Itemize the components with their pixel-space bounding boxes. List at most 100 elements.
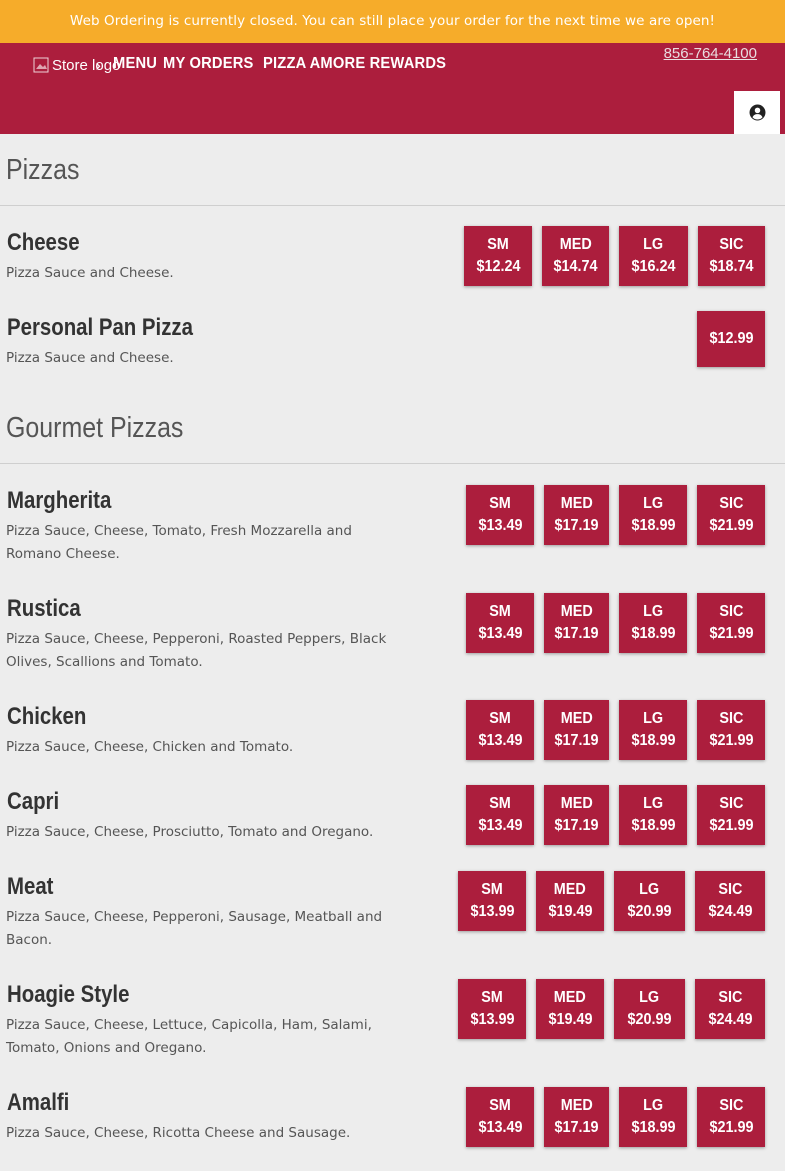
section-divider	[0, 205, 785, 206]
section-title-pizzas: Pizzas	[6, 154, 80, 186]
price-size: SM	[487, 236, 509, 253]
price-button-sic[interactable]: SIC $21.99	[697, 485, 765, 545]
price-button-lg[interactable]: LG $18.99	[619, 485, 687, 545]
price-size: SM	[489, 603, 511, 620]
store-logo[interactable]: Store logo	[33, 57, 120, 75]
price-button-lg[interactable]: LG $20.99	[614, 979, 685, 1039]
price-button-med[interactable]: MED $19.49	[536, 979, 604, 1039]
price-button-sm[interactable]: SM $13.49	[466, 593, 534, 653]
price-size: MED	[560, 603, 593, 620]
price-amount: $13.49	[477, 817, 523, 834]
price-size: LG	[643, 795, 663, 812]
price-amount: $13.49	[477, 1119, 523, 1136]
price-size: SIC	[718, 495, 743, 512]
price-size: LG	[643, 236, 664, 253]
price-size: SM	[489, 710, 511, 727]
price-button-sic[interactable]: SIC $21.99	[697, 700, 765, 760]
price-button-sm[interactable]: SM $13.99	[458, 871, 526, 931]
item-name: Rustica	[7, 595, 81, 622]
price-amount: $20.99	[627, 903, 672, 920]
item-description: Pizza Sauce, Cheese, Chicken and Tomato.	[6, 739, 294, 755]
price-button-sic[interactable]: SIC $21.99	[697, 593, 765, 653]
price-button-med[interactable]: MED $19.49	[536, 871, 604, 931]
price-button-med[interactable]: MED $17.19	[544, 700, 609, 760]
nav-my-orders-link[interactable]: MY ORDERS	[163, 53, 254, 75]
price-amount: $13.99	[469, 1011, 515, 1028]
chevron-right-icon: ›	[95, 56, 102, 75]
price-button-sic[interactable]: SIC $21.99	[697, 785, 765, 845]
price-amount: $21.99	[708, 517, 754, 534]
price-amount: $13.99	[469, 903, 515, 920]
item-name: Margherita	[7, 487, 112, 514]
ordering-closed-banner: Web Ordering is currently closed. You ca…	[0, 0, 785, 43]
price-button-med[interactable]: MED $17.19	[544, 1087, 609, 1147]
price-size: MED	[560, 795, 593, 812]
price-button-sm[interactable]: SM $13.49	[466, 785, 534, 845]
price-size: SIC	[717, 989, 742, 1006]
price-size: MED	[560, 710, 593, 727]
user-circle-icon	[749, 104, 765, 121]
price-button-sic[interactable]: SIC $24.49	[695, 871, 765, 931]
price-button-sm[interactable]: SM $13.49	[466, 485, 534, 545]
price-amount: $18.99	[630, 732, 676, 749]
price-button-lg[interactable]: LG $18.99	[619, 700, 687, 760]
price-amount: $18.99	[630, 517, 676, 534]
price-button-lg[interactable]: LG $16.24	[619, 226, 688, 286]
section-title-gourmet-pizzas: Gourmet Pizzas	[6, 412, 184, 444]
item-description: Pizza Sauce, Cheese, Prosciutto, Tomato …	[6, 824, 374, 840]
item-description: Pizza Sauce, Cheese, Pepperoni, Sausage,…	[6, 909, 383, 948]
price-size: SIC	[718, 603, 743, 620]
price-amount: $17.19	[554, 1119, 599, 1136]
price-amount: $18.99	[630, 1119, 676, 1136]
price-amount: $20.99	[627, 1011, 672, 1028]
price-amount: $13.49	[477, 732, 523, 749]
price-button-sic[interactable]: SIC $18.74	[698, 226, 765, 286]
item-name: Hoagie Style	[7, 981, 130, 1008]
item-description: Pizza Sauce and Cheese.	[6, 350, 174, 366]
item-description: Pizza Sauce, Cheese, Tomato, Fresh Mozza…	[6, 523, 352, 562]
price-size: LG	[643, 1097, 663, 1114]
price-button-lg[interactable]: LG $18.99	[619, 1087, 687, 1147]
price-amount: $13.49	[477, 625, 523, 642]
price-amount: $17.19	[554, 625, 599, 642]
price-button-lg[interactable]: LG $18.99	[619, 593, 687, 653]
item-name: Capri	[7, 788, 60, 815]
item-description: Pizza Sauce, Cheese, Lettuce, Capicolla,…	[6, 1017, 372, 1056]
price-amount: $18.99	[630, 625, 676, 642]
price-button-sm[interactable]: SM $13.49	[466, 700, 534, 760]
price-amount: $17.19	[554, 517, 599, 534]
price-amount: $16.24	[631, 258, 676, 275]
price-button-sic[interactable]: SIC $21.99	[697, 1087, 765, 1147]
price-size: MED	[560, 1097, 593, 1114]
price-button-sm[interactable]: SM $13.99	[458, 979, 526, 1039]
price-size: LG	[643, 495, 663, 512]
price-size: SIC	[719, 236, 744, 253]
price-button-single[interactable]: $12.99	[697, 311, 765, 367]
price-button-lg[interactable]: LG $18.99	[619, 785, 687, 845]
price-size: MED	[560, 495, 593, 512]
price-button-med[interactable]: MED $14.74	[542, 226, 609, 286]
price-amount: $24.49	[707, 1011, 753, 1028]
price-size: MED	[559, 236, 592, 253]
store-logo-alt-text: Store logo	[52, 57, 121, 74]
price-button-lg[interactable]: LG $20.99	[614, 871, 685, 931]
price-amount: $18.74	[709, 258, 754, 275]
price-amount: $19.49	[547, 1011, 593, 1028]
price-button-sm[interactable]: SM $13.49	[466, 1087, 534, 1147]
price-amount: $17.19	[554, 732, 599, 749]
price-button-med[interactable]: MED $17.19	[544, 593, 609, 653]
nav-menu-link[interactable]: MENU	[113, 53, 157, 75]
account-button[interactable]	[734, 91, 780, 134]
price-button-sm[interactable]: SM $12.24	[464, 226, 532, 286]
price-size: SM	[481, 989, 503, 1006]
phone-link[interactable]: 856-764-4100	[664, 44, 757, 64]
price-button-med[interactable]: MED $17.19	[544, 485, 609, 545]
price-button-sic[interactable]: SIC $24.49	[695, 979, 765, 1039]
price-amount: $12.24	[475, 258, 521, 275]
nav-rewards-link[interactable]: PIZZA AMORE REWARDS	[263, 53, 446, 75]
price-amount: $21.99	[708, 1119, 754, 1136]
price-amount: $13.49	[477, 517, 523, 534]
price-amount: $21.99	[708, 732, 754, 749]
price-button-med[interactable]: MED $17.19	[544, 785, 609, 845]
price-size: SIC	[717, 881, 742, 898]
